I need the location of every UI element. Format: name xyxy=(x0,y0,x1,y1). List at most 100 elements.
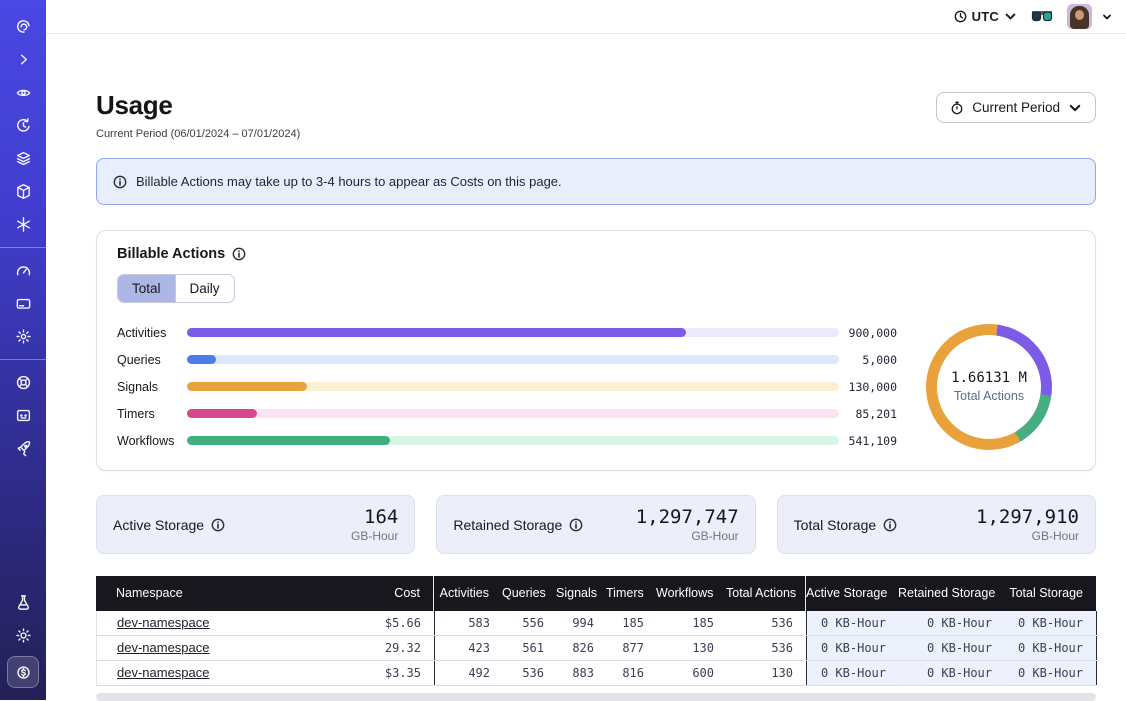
bar-chart: Activities900,000Queries5,000Signals130,… xyxy=(117,319,903,454)
info-icon[interactable] xyxy=(232,247,246,261)
info-banner: Billable Actions may take up to 3-4 hour… xyxy=(96,158,1096,205)
table-cell: 583 xyxy=(435,611,503,635)
table-cell: 536 xyxy=(727,636,807,660)
namespace-link[interactable]: dev-namespace xyxy=(117,615,210,630)
total-storage-card: Total Storage 1,297,910 GB-Hour xyxy=(777,495,1096,554)
bar-track xyxy=(187,328,839,337)
namespace-cell: dev-namespace xyxy=(97,636,357,660)
info-icon[interactable] xyxy=(211,518,225,532)
table-cell: 492 xyxy=(435,661,503,685)
namespace-link[interactable]: dev-namespace xyxy=(117,665,210,680)
avatar-face xyxy=(1075,10,1084,20)
table-cell: 0 KB-Hour xyxy=(899,661,1005,685)
billable-actions-title: Billable Actions xyxy=(117,246,225,262)
tab-total[interactable]: Total xyxy=(118,275,175,302)
bar-fill xyxy=(187,382,307,391)
table-row: dev-namespace29.324235618268771305360 KB… xyxy=(96,636,1096,661)
table-cell: 185 xyxy=(657,611,727,635)
active-storage-label: Active Storage xyxy=(113,517,204,533)
billable-actions-card: Billable Actions TotalDaily Activities 90… xyxy=(96,230,1096,471)
column-header-queries: Queries xyxy=(502,576,556,611)
bar-track xyxy=(187,355,839,364)
temporal-logo-icon[interactable] xyxy=(0,10,46,43)
table-cell: 130 xyxy=(657,636,727,660)
table-cell: 423 xyxy=(435,636,503,660)
table-cell: 0 KB-Hour xyxy=(899,636,1005,660)
retained-storage-value: 1,297,747 xyxy=(636,506,739,528)
storage-cards-row: Active Storage 164 GB-Hour Retained Stor… xyxy=(96,495,1096,554)
namespaces-icon[interactable] xyxy=(0,76,46,109)
history-icon[interactable] xyxy=(0,109,46,142)
table-cell: 0 KB-Hour xyxy=(807,636,899,660)
column-header-retained-storage: Retained Storage xyxy=(898,576,1004,611)
table-body: dev-namespace$5.665835569941851855360 KB… xyxy=(96,611,1096,686)
tab-daily[interactable]: Daily xyxy=(175,275,234,302)
table-cell: 130 xyxy=(727,661,807,685)
rocket-icon[interactable] xyxy=(0,432,46,465)
retained-storage-card: Retained Storage 1,297,747 GB-Hour xyxy=(436,495,755,554)
table-row: dev-namespace$3.354925368838166001300 KB… xyxy=(96,661,1096,686)
period-button-label: Current Period xyxy=(972,100,1060,115)
bar-value: 900,000 xyxy=(839,326,903,340)
column-header-namespace: Namespace xyxy=(96,576,356,611)
bar-label: Queries xyxy=(117,353,187,367)
total-actions-label: Total Actions xyxy=(954,389,1024,403)
table-cell: 0 KB-Hour xyxy=(807,611,899,635)
namespace-cell: dev-namespace xyxy=(97,661,357,685)
bar-track xyxy=(187,409,839,418)
bar-fill xyxy=(187,436,390,445)
info-icon[interactable] xyxy=(883,518,897,532)
column-header-activities: Activities xyxy=(434,576,502,611)
retained-storage-label: Retained Storage xyxy=(453,517,562,533)
labs-flask-icon[interactable] xyxy=(0,586,46,619)
banner-text: Billable Actions may take up to 3-4 hour… xyxy=(136,174,562,189)
table-header: NamespaceCostActivitiesQueriesSignalsTim… xyxy=(96,576,1096,611)
column-header-timers: Timers xyxy=(606,576,656,611)
info-icon[interactable] xyxy=(569,518,583,532)
table-cell: 0 KB-Hour xyxy=(1005,611,1097,635)
total-daily-tabs: TotalDaily xyxy=(117,274,235,303)
table-cell: 883 xyxy=(557,661,607,685)
user-avatar[interactable] xyxy=(1067,4,1092,29)
bar-label: Workflows xyxy=(117,434,187,448)
bar-label: Timers xyxy=(117,407,187,421)
namespace-cell: dev-namespace xyxy=(97,611,357,635)
console-icon[interactable] xyxy=(0,399,46,432)
sidebar-divider xyxy=(0,247,46,248)
namespace-link[interactable]: dev-namespace xyxy=(117,640,210,655)
page-title: Usage xyxy=(96,90,300,121)
glasses-icon[interactable] xyxy=(1031,10,1053,24)
stopwatch-icon xyxy=(950,101,964,115)
table-cell: $5.66 xyxy=(357,611,435,635)
cube-icon[interactable] xyxy=(0,175,46,208)
bar-row-workflows: Workflows541,109 xyxy=(117,427,903,454)
settings-gear-icon[interactable] xyxy=(0,320,46,353)
billing-card-icon[interactable] xyxy=(0,287,46,320)
bar-fill xyxy=(187,409,257,418)
clock-icon xyxy=(954,10,967,23)
info-icon xyxy=(113,175,127,189)
table-cell: 816 xyxy=(607,661,657,685)
bar-label: Activities xyxy=(117,326,187,340)
bar-row-queries: Queries5,000 xyxy=(117,346,903,373)
table-cell: 0 KB-Hour xyxy=(1005,661,1097,685)
total-storage-label: Total Storage xyxy=(794,517,877,533)
user-menu-chevron-icon[interactable] xyxy=(1102,12,1112,22)
table-cell: 536 xyxy=(727,611,807,635)
sidebar xyxy=(0,0,46,700)
support-lifebuoy-icon[interactable] xyxy=(0,366,46,399)
theme-sun-icon[interactable] xyxy=(0,619,46,652)
table-cell: 536 xyxy=(503,661,557,685)
period-selector-button[interactable]: Current Period xyxy=(936,92,1096,123)
layers-icon[interactable] xyxy=(0,142,46,175)
expand-sidebar-icon[interactable] xyxy=(0,43,46,76)
usage-gauge-icon[interactable] xyxy=(0,254,46,287)
table-cell: 185 xyxy=(607,611,657,635)
timezone-label: UTC xyxy=(972,9,999,24)
usage-billing-active-icon[interactable] xyxy=(7,656,39,688)
table-cell: 0 KB-Hour xyxy=(1005,636,1097,660)
chevron-down-icon xyxy=(1004,10,1017,23)
nexus-asterisk-icon[interactable] xyxy=(0,208,46,241)
active-storage-value: 164 xyxy=(351,506,398,528)
timezone-selector[interactable]: UTC xyxy=(954,9,1017,24)
